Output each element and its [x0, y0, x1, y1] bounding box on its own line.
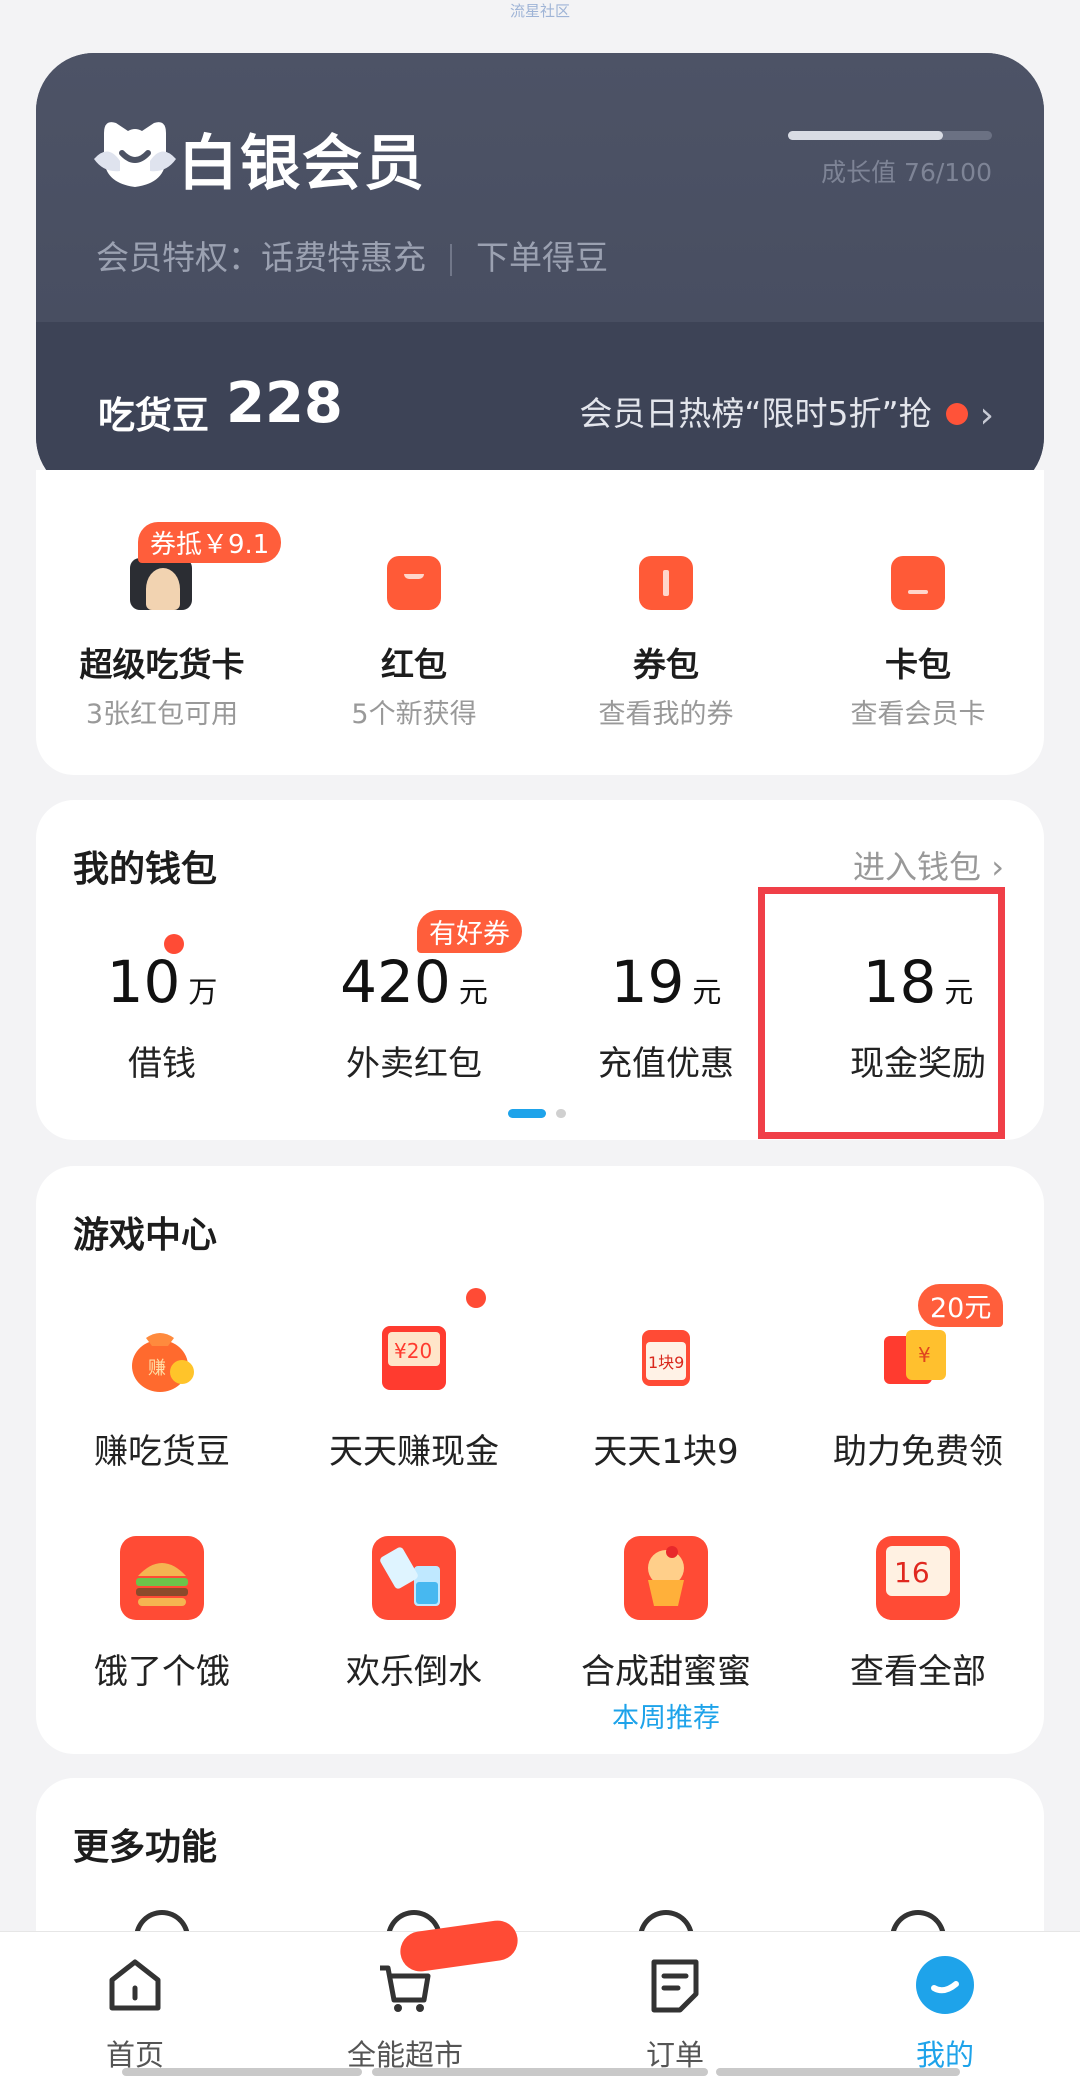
game-item[interactable]: 赚 赚吃货豆	[36, 1316, 288, 1516]
member-level-title: 白银会员	[178, 129, 426, 199]
growth-progress-bar	[788, 131, 992, 140]
cash-reward-highlight-box	[758, 887, 1005, 1139]
beans-value: 228	[226, 371, 343, 436]
svg-text:1块9: 1块9	[648, 1353, 684, 1372]
privilege-order-beans[interactable]: 下单得豆	[476, 238, 608, 277]
watermark: 流星社区	[509, 2, 570, 20]
order-icon	[651, 1959, 699, 2013]
privilege-phone-topup[interactable]: 话费特惠充	[261, 238, 426, 277]
quick-action-label: 红包	[381, 645, 447, 684]
bottom-navigation: 首页 全能超市 订单 我的	[0, 1931, 1080, 2081]
page-dot	[556, 1109, 566, 1118]
water-cup-icon	[372, 1536, 456, 1620]
quick-action-label: 超级吃货卡	[79, 645, 245, 684]
coupon-icon	[639, 556, 693, 610]
chevron-right-icon: ›	[979, 395, 994, 436]
game-red-dot	[466, 1288, 486, 1308]
privileges-prefix: 会员特权：	[96, 238, 261, 277]
quick-action-cards[interactable]: 卡包 查看会员卡	[792, 470, 1044, 775]
quick-action-sub: 查看我的券	[598, 699, 734, 730]
svg-text:赚: 赚	[148, 1358, 166, 1379]
game-label: 欢乐倒水	[346, 1652, 482, 1692]
quick-action-super-card[interactable]: 券抵￥9.1 超级吃货卡 3张红包可用	[36, 470, 288, 775]
game-label: 天天1块9	[593, 1432, 739, 1472]
game-label: 饿了个饿	[94, 1652, 230, 1692]
quick-action-sub: 5个新获得	[351, 699, 477, 730]
wallet-value: 420 元	[340, 948, 488, 1016]
svg-text:16: 16	[894, 1556, 930, 1589]
game-item[interactable]: 1块9 天天1块9	[540, 1316, 792, 1516]
nav-orders[interactable]: 订单	[540, 1932, 810, 2081]
quick-action-label: 卡包	[885, 645, 951, 684]
wallet-item-topup-discount[interactable]: 19 元 充值优惠	[540, 800, 792, 1140]
coupon-16-icon: 16	[876, 1536, 960, 1620]
game-item[interactable]: 16 查看全部	[792, 1536, 1044, 1736]
envelope-20-icon: ¥20	[382, 1326, 446, 1390]
game-label: 助力免费领	[833, 1432, 1003, 1472]
money-bag-icon: 赚	[132, 1333, 194, 1392]
member-badge-icon	[94, 122, 176, 187]
profile-icon	[916, 1956, 974, 2014]
wallet-label: 充值优惠	[598, 1044, 734, 1084]
cupcake-icon	[624, 1536, 708, 1620]
page-dot-active	[508, 1109, 546, 1118]
quick-action-coupons[interactable]: 券包 查看我的券	[540, 470, 792, 775]
reward-20-badge: 20元	[918, 1284, 1004, 1327]
game-item[interactable]: 饿了个饿	[36, 1536, 288, 1736]
quick-action-sub: 查看会员卡	[850, 699, 986, 730]
wallet-item-delivery-packet[interactable]: 420 元 外卖红包	[288, 800, 540, 1140]
wallet-value: 19 元	[610, 948, 722, 1016]
svg-text:¥20: ¥20	[394, 1339, 432, 1363]
game-item[interactable]: ¥ 助力免费领	[792, 1316, 1044, 1516]
member-day-promo-link[interactable]: 会员日热榜“限时5折”抢 ›	[579, 387, 994, 436]
game-item[interactable]: 合成甜蜜蜜 本周推荐	[540, 1536, 792, 1736]
growth-label: 成长值 76/100	[821, 158, 992, 187]
game-label: 天天赚现金	[329, 1432, 499, 1472]
weekly-recommend-label: 本周推荐	[612, 1703, 720, 1734]
home-indicator	[372, 2068, 708, 2076]
more-functions-title: 更多功能	[73, 1827, 218, 1868]
svg-text:¥: ¥	[918, 1343, 931, 1367]
burger-icon	[120, 1536, 204, 1620]
member-card[interactable]: 白银会员 成长值 76/100 会员特权：话费特惠充 下单得豆 吃货豆 228 会…	[36, 53, 1044, 495]
game-center-title: 游戏中心	[73, 1215, 218, 1256]
calendar-icon: 1块9	[642, 1330, 690, 1386]
game-item[interactable]: ¥20 天天赚现金	[288, 1288, 540, 1516]
privileges-divider	[450, 243, 452, 276]
quick-action-sub: 3张红包可用	[85, 699, 239, 730]
card-icon	[891, 556, 945, 610]
gift-ticket-icon: ¥	[884, 1330, 946, 1384]
home-indicator	[122, 2068, 362, 2076]
game-label: 查看全部	[850, 1652, 986, 1692]
game-center-card: 游戏中心 赚 赚吃货豆 ¥20 天天赚现金 1块9 天天1块9 ¥ 助力免费领 …	[36, 1166, 1044, 1754]
game-label: 赚吃货豆	[94, 1432, 230, 1472]
home-indicator	[716, 2068, 960, 2076]
avatar-icon	[130, 558, 192, 610]
red-packet-icon	[387, 556, 441, 610]
home-icon	[109, 1959, 161, 2011]
nav-home[interactable]: 首页	[0, 1932, 270, 2081]
quick-action-red-packet[interactable]: 红包 5个新获得	[288, 470, 540, 775]
coupon-discount-badge: 券抵￥9.1	[138, 522, 282, 563]
beans-label: 吃货豆	[98, 394, 209, 437]
promo-text: 会员日热榜“限时5折”抢	[579, 394, 932, 433]
nav-profile[interactable]: 我的	[810, 1932, 1080, 2081]
member-privileges: 会员特权：话费特惠充 下单得豆	[96, 231, 608, 279]
game-item[interactable]: 欢乐倒水	[288, 1536, 540, 1736]
wallet-label: 外卖红包	[346, 1044, 482, 1084]
promo-red-dot	[945, 402, 968, 425]
growth-progress-fill	[788, 131, 944, 140]
game-label: 合成甜蜜蜜	[581, 1652, 751, 1692]
wallet-item-loan[interactable]: 10 万 借钱	[36, 800, 288, 1140]
good-coupon-badge: 有好券	[417, 910, 522, 953]
wallet-label: 借钱	[128, 1044, 196, 1084]
quick-action-label: 券包	[633, 645, 699, 684]
quick-actions-card: 券抵￥9.1 超级吃货卡 3张红包可用 红包 5个新获得 券包 查看我的券 卡包…	[36, 470, 1044, 775]
wallet-value: 10 万	[106, 948, 218, 1016]
